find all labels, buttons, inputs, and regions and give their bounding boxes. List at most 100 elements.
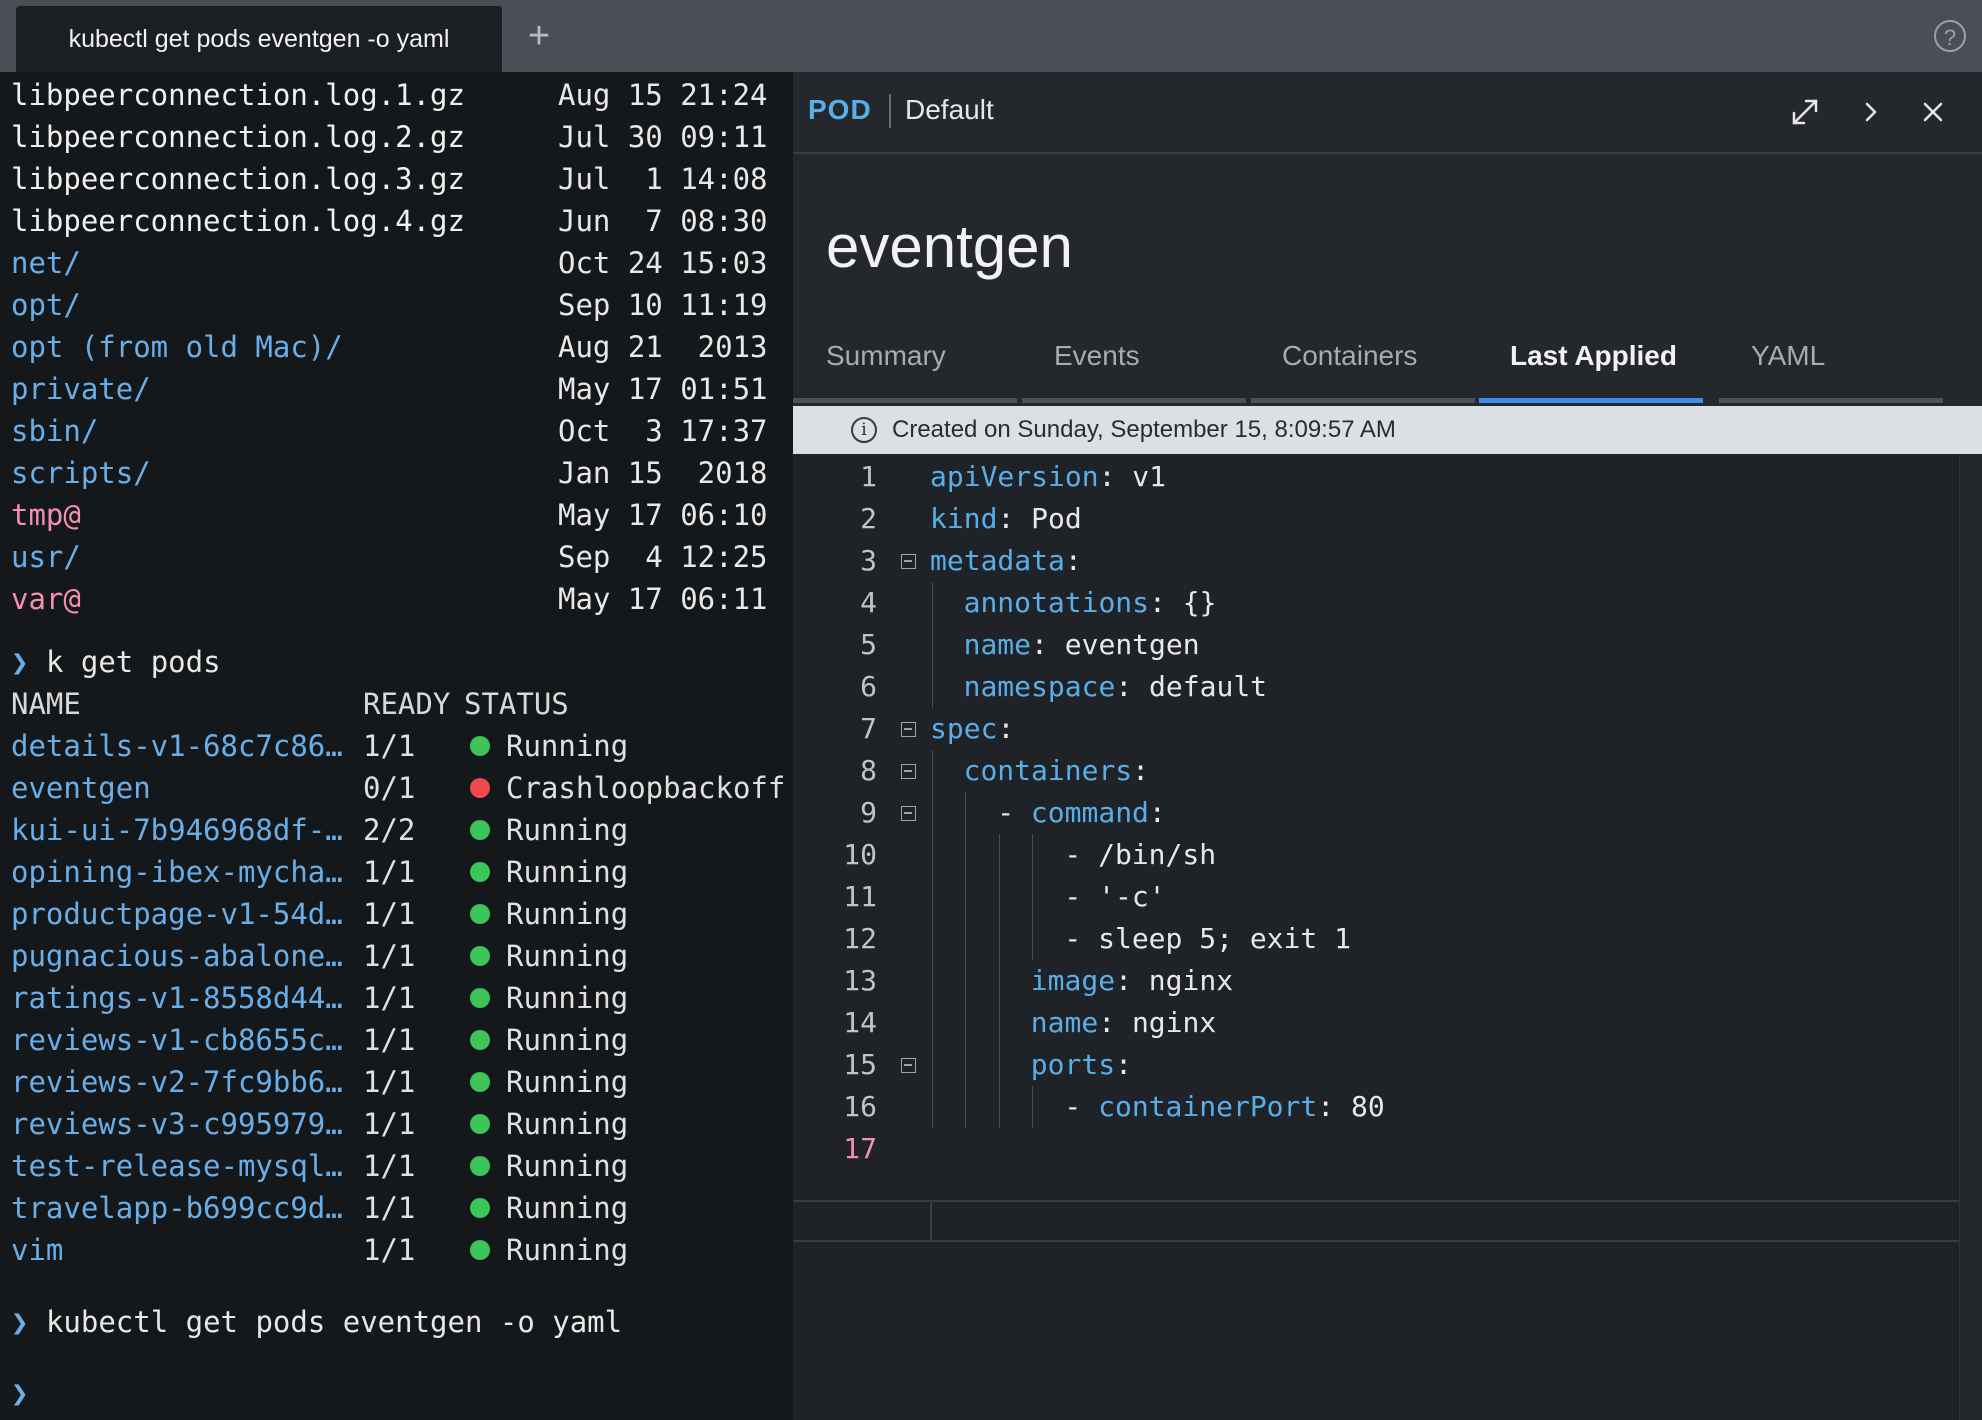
status-dot-icon [470,1198,490,1218]
yaml-value: : {} [1149,586,1217,619]
code-text: name: nginx [1031,1002,1216,1044]
tab-events[interactable]: Events [1054,340,1140,380]
fold-toggle-icon[interactable] [901,1058,916,1073]
file-name[interactable]: scripts/ [11,452,151,494]
pod-name-link[interactable]: reviews-v1-cb8655c… [11,1019,343,1061]
pod-ready: 0/1 [363,771,416,805]
line-number: 8 [860,754,877,787]
file-name[interactable]: usr/ [11,536,81,578]
pod-status: Running [470,1103,628,1145]
status-text: Running [506,981,629,1015]
pod-name-link[interactable]: eventgen [11,767,151,809]
active-prompt[interactable]: ❯ [11,1372,28,1414]
status-text: Running [506,1107,629,1141]
tab-underline [1719,398,1943,403]
yaml-value: : default [1115,670,1268,703]
code-text: containers: [964,750,1149,792]
fold-toggle-icon[interactable] [901,722,916,737]
tab-yaml[interactable]: YAML [1751,340,1825,380]
line-number: 3 [860,544,877,577]
file-name[interactable]: private/ [11,368,151,410]
pod-name-link[interactable]: productpage-v1-54d… [11,893,343,935]
file-date: May 17 06:10 [558,498,768,532]
yaml-key: spec [930,712,998,745]
close-icon[interactable] [1913,92,1953,132]
line-number: 2 [860,502,877,535]
file-date: Jan 15 2018 [558,456,768,490]
yaml-key: image [1030,964,1116,997]
code-text: name: eventgen [964,624,1200,666]
yaml-editor[interactable]: 1 apiVersion: v1 2 kind: Pod 3 metadata: 4 anno… [793,454,1982,1420]
yaml-value: : nginx [1098,1006,1217,1039]
pod-status: Crashloopbackoff [470,767,785,809]
status-dot-icon [470,988,490,1008]
status-dot-icon [470,862,490,882]
status-text: Running [506,897,629,931]
maximize-icon[interactable] [1785,92,1825,132]
file-date: Sep 4 12:25 [558,540,768,574]
yaml-value: - /bin/sh [1064,838,1217,871]
pod-name-link[interactable]: pugnacious-abalone… [11,935,343,977]
pod-name-link[interactable]: kui-ui-7b946968df-… [11,809,343,851]
yaml-key: namespace [963,670,1116,703]
code-text: annotations: {} [964,582,1217,624]
pod-name-link[interactable]: reviews-v2-7fc9bb6… [11,1061,343,1103]
yaml-value: : v1 [1098,460,1167,493]
indent-guide [1032,834,1034,960]
file-name[interactable]: tmp@ [11,494,81,536]
file-name: libpeerconnection.log.4.gz [11,204,465,238]
status-text: Crashloopbackoff [506,771,786,805]
status-text: Running [506,1023,629,1057]
pod-status: Running [470,1019,628,1061]
terminal[interactable]: libpeerconnection.log.1.gz Aug 15 21:24 li… [0,72,793,1420]
tab-label: kubectl get pods eventgen -o yaml [68,24,450,53]
line-number: 17 [843,1132,877,1165]
code-text: - sleep 5; exit 1 [1064,918,1351,960]
fold-toggle-icon[interactable] [901,554,916,569]
tab-containers[interactable]: Containers [1282,340,1417,380]
status-text: Running [506,813,629,847]
line-number: 1 [860,460,877,493]
pod-ready: 1/1 [363,897,416,931]
column-header-status: STATUS [464,687,569,721]
yaml-key: name [963,628,1032,661]
pod-ready: 1/1 [363,1233,416,1267]
pod-status: Running [470,1145,628,1187]
chevron-right-icon[interactable] [1851,92,1891,132]
code-text: - /bin/sh [1064,834,1216,876]
status-text: Running [506,1191,629,1225]
code-text: spec: [930,708,1014,750]
status-dot-icon [470,820,490,840]
tab-last-applied[interactable]: Last Applied [1510,340,1677,380]
pod-status: Running [470,809,628,851]
tab-summary[interactable]: Summary [826,340,946,380]
scrollbar[interactable] [1959,454,1982,1420]
file-name[interactable]: sbin/ [11,410,98,452]
status-dot-icon [470,946,490,966]
file-name[interactable]: var@ [11,578,81,620]
pod-name-link[interactable]: reviews-v3-c995979… [11,1103,343,1145]
pod-name-link[interactable]: opining-ibex-mycha… [11,851,343,893]
file-name[interactable]: opt (from old Mac)/ [11,326,343,368]
file-name[interactable]: opt/ [11,284,81,326]
list-dash: - [997,796,1031,829]
pod-status: Running [470,977,628,1019]
pod-name-link[interactable]: ratings-v1-8558d44… [11,977,343,1019]
pod-name-link[interactable]: vim [11,1229,63,1271]
tab-active[interactable]: kubectl get pods eventgen -o yaml [16,6,502,72]
new-tab-button[interactable]: + [524,12,554,60]
code-text: ports: [1031,1044,1132,1086]
fold-toggle-icon[interactable] [901,764,916,779]
pod-ready: 1/1 [363,1023,416,1057]
status-text: Running [506,1065,629,1099]
help-icon[interactable]: ? [1934,20,1966,52]
pod-name-link[interactable]: details-v1-68c7c86… [11,725,343,767]
status-text: Running [506,939,629,973]
file-name[interactable]: net/ [11,242,81,284]
fold-toggle-icon[interactable] [901,806,916,821]
code-text: - command: [997,792,1166,834]
file-date: Jun 7 08:30 [558,204,768,238]
tab-bar: kubectl get pods eventgen -o yaml + ? [0,0,1982,72]
pod-name-link[interactable]: test-release-mysql… [11,1145,343,1187]
pod-name-link[interactable]: travelapp-b699cc9d… [11,1187,343,1229]
